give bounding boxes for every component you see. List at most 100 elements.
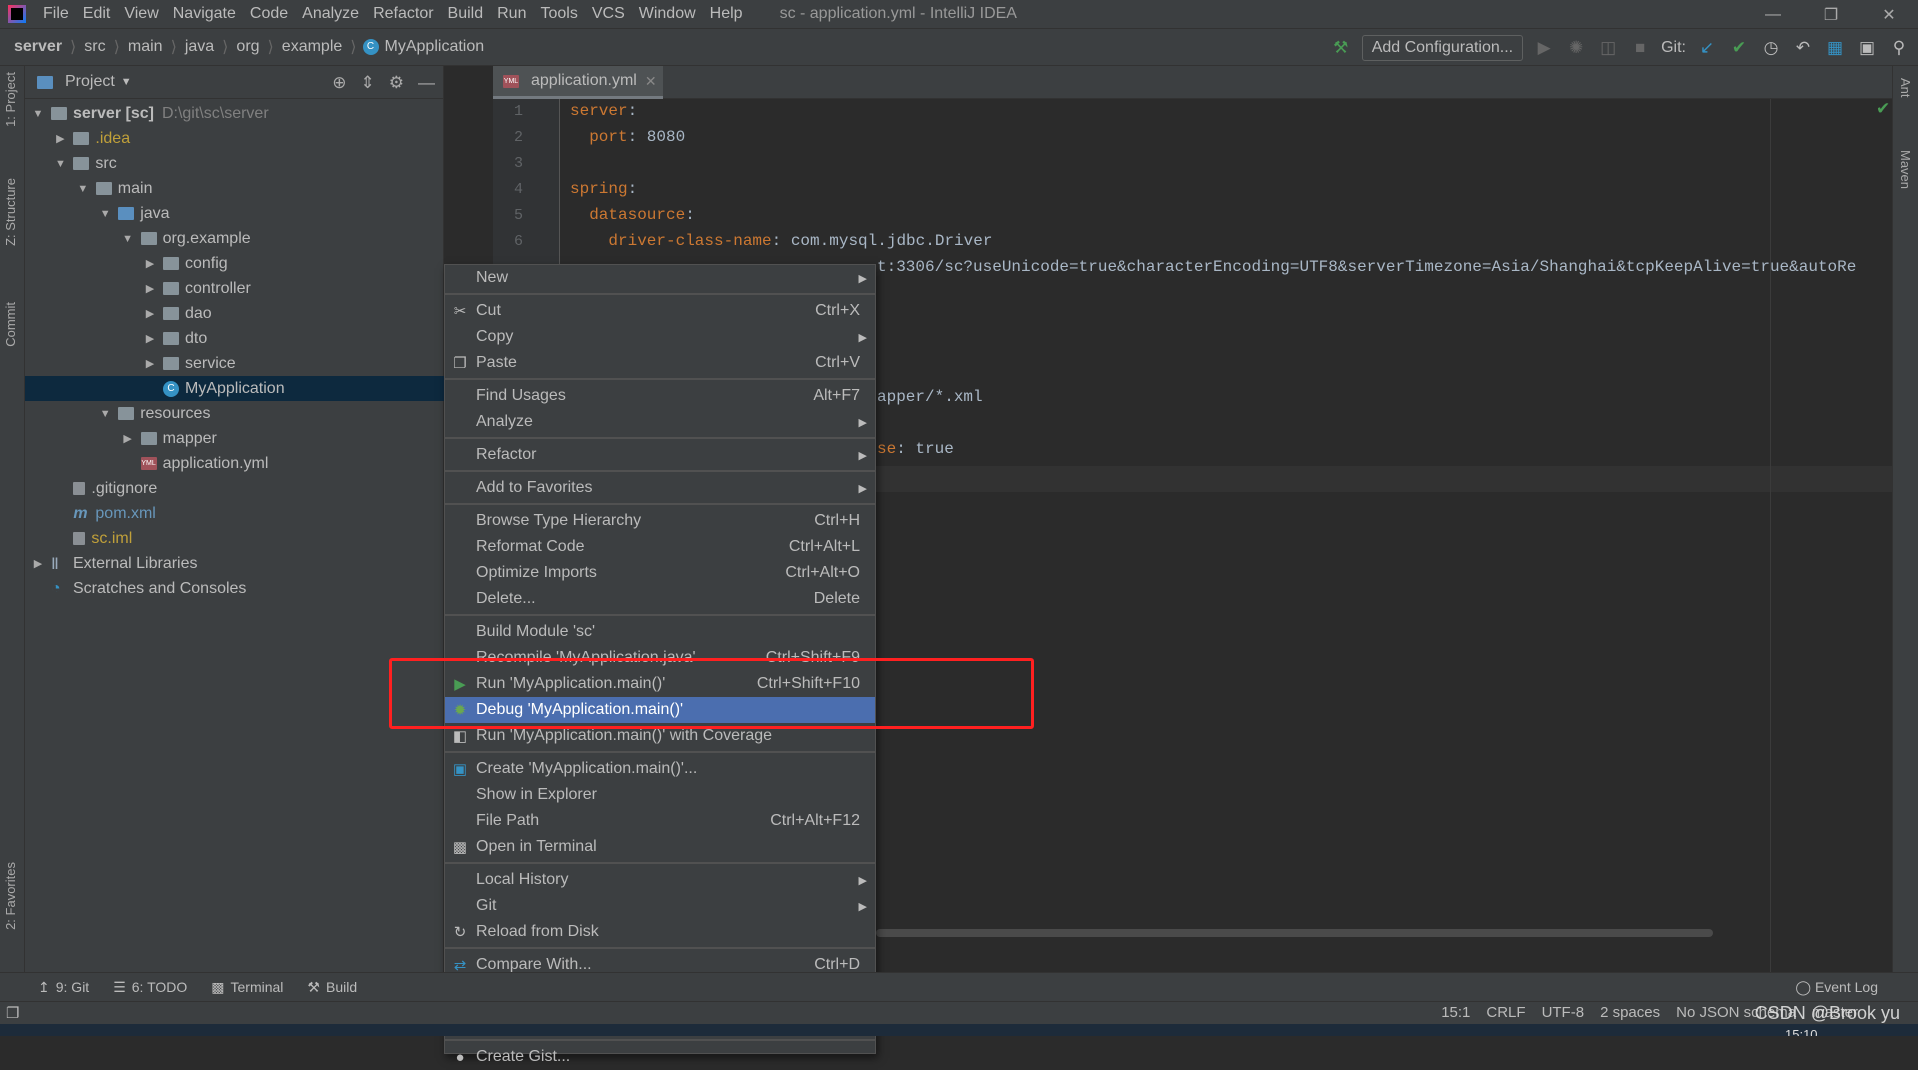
- tree-item[interactable]: ▶ service: [25, 351, 444, 376]
- menu-build[interactable]: Build: [441, 5, 491, 23]
- menu-item-analyze[interactable]: Analyze ▶: [445, 409, 875, 435]
- tree-item[interactable]: .gitignore: [25, 476, 444, 501]
- ant-tool-tab[interactable]: Ant: [1898, 78, 1913, 98]
- menu-item-copy[interactable]: Copy ▶: [445, 324, 875, 350]
- menu-item-git[interactable]: Git ▶: [445, 893, 875, 919]
- collapsed-arrow-icon[interactable]: ▶: [143, 357, 157, 370]
- collapsed-arrow-icon[interactable]: ▶: [143, 282, 157, 295]
- coverage-icon[interactable]: ◫: [1597, 37, 1619, 59]
- menu-item-new[interactable]: New ▶: [445, 265, 875, 291]
- terminal-tool-button[interactable]: ▩ Terminal: [211, 979, 283, 996]
- tree-item[interactable]: ▼ java: [25, 201, 444, 226]
- event-log-button[interactable]: ◯ Event Log: [1795, 979, 1878, 996]
- tree-item[interactable]: ▼ server [sc] D:\git\sc\server: [25, 101, 444, 126]
- menu-item-find-usages[interactable]: Find Usages Alt+F7: [445, 383, 875, 409]
- tree-item[interactable]: ▶ mapper: [25, 426, 444, 451]
- menu-item-create-myapplication-main[interactable]: ▣ Create 'MyApplication.main()'...: [445, 756, 875, 782]
- breadcrumb-item[interactable]: main: [126, 38, 165, 56]
- expanded-arrow-icon[interactable]: ▼: [98, 408, 112, 420]
- menu-file[interactable]: File: [36, 5, 76, 23]
- locate-icon[interactable]: ⊕: [332, 73, 346, 93]
- menu-run[interactable]: Run: [490, 5, 533, 23]
- breadcrumb-item[interactable]: java: [183, 38, 216, 56]
- tree-item[interactable]: ▶ .idea: [25, 126, 444, 151]
- git-update-icon[interactable]: ↙: [1696, 37, 1718, 59]
- menu-item-file-path[interactable]: File Path Ctrl+Alt+F12: [445, 808, 875, 834]
- tree-item[interactable]: m pom.xml: [25, 501, 444, 526]
- menu-item-build-module-sc[interactable]: Build Module 'sc': [445, 619, 875, 645]
- line-separator[interactable]: CRLF: [1486, 1004, 1525, 1021]
- menu-window[interactable]: Window: [632, 5, 703, 23]
- tab-application-yml[interactable]: YML application.yml ✕: [493, 66, 663, 99]
- menu-item-browse-type-hierarchy[interactable]: Browse Type Hierarchy Ctrl+H: [445, 508, 875, 534]
- build-hammer-icon[interactable]: ⚒: [1330, 37, 1352, 59]
- indent-setting[interactable]: 2 spaces: [1600, 1004, 1660, 1021]
- collapsed-arrow-icon[interactable]: ▶: [143, 332, 157, 345]
- maven-tool-tab[interactable]: Maven: [1898, 150, 1913, 189]
- tree-item[interactable]: ▶ dto: [25, 326, 444, 351]
- expanded-arrow-icon[interactable]: ▼: [53, 158, 67, 170]
- structure-tool-tab[interactable]: Z: Structure: [3, 178, 18, 246]
- toggle-tool-windows-icon[interactable]: ❐: [6, 1004, 19, 1022]
- menu-navigate[interactable]: Navigate: [166, 5, 243, 23]
- horizontal-scrollbar[interactable]: [876, 929, 1713, 937]
- stop-icon[interactable]: ■: [1629, 37, 1651, 59]
- tree-item[interactable]: ▼ main: [25, 176, 444, 201]
- expanded-arrow-icon[interactable]: ▼: [98, 208, 112, 220]
- menu-item-cut[interactable]: ✂ Cut Ctrl+X: [445, 298, 875, 324]
- caret-position[interactable]: 15:1: [1441, 1004, 1470, 1021]
- menu-item-delete[interactable]: Delete... Delete: [445, 586, 875, 612]
- close-window-button[interactable]: ✕: [1860, 0, 1918, 29]
- expanded-arrow-icon[interactable]: ▼: [76, 183, 90, 195]
- tree-item[interactable]: sc.iml: [25, 526, 444, 551]
- menu-item-show-in-explorer[interactable]: Show in Explorer: [445, 782, 875, 808]
- menu-edit[interactable]: Edit: [76, 5, 118, 23]
- menu-analyze[interactable]: Analyze: [295, 5, 366, 23]
- menu-item-open-in-terminal[interactable]: ▩ Open in Terminal: [445, 834, 875, 860]
- hide-icon[interactable]: —: [418, 73, 435, 93]
- menu-item-refactor[interactable]: Refactor ▶: [445, 442, 875, 468]
- collapsed-arrow-icon[interactable]: ▶: [143, 307, 157, 320]
- tree-item[interactable]: ▼ src: [25, 151, 444, 176]
- chevron-down-icon[interactable]: ▼: [121, 76, 132, 88]
- menu-refactor[interactable]: Refactor: [366, 5, 440, 23]
- tree-item[interactable]: YML application.yml: [25, 451, 444, 476]
- menu-code[interactable]: Code: [243, 5, 295, 23]
- file-encoding[interactable]: UTF-8: [1542, 1004, 1585, 1021]
- breadcrumb-item[interactable]: example: [280, 38, 344, 56]
- tree-item[interactable]: ▶ Ⅱ External Libraries: [25, 551, 444, 576]
- expanded-arrow-icon[interactable]: ▼: [121, 233, 135, 245]
- commit-tool-tab[interactable]: Commit: [3, 302, 18, 347]
- tree-item[interactable]: ▶ controller: [25, 276, 444, 301]
- tree-item[interactable]: ▼ org.example: [25, 226, 444, 251]
- collapsed-arrow-icon[interactable]: ▶: [53, 132, 67, 145]
- menu-view[interactable]: View: [117, 5, 165, 23]
- menu-help[interactable]: Help: [703, 5, 750, 23]
- breadcrumb-item[interactable]: src: [82, 38, 107, 56]
- project-view-selector[interactable]: Project: [65, 73, 115, 91]
- search-icon[interactable]: ⚲: [1888, 37, 1910, 59]
- tree-item[interactable]: ▶ config: [25, 251, 444, 276]
- add-configuration-button[interactable]: Add Configuration...: [1361, 34, 1524, 61]
- menu-item-reload-from-disk[interactable]: ↻ Reload from Disk: [445, 919, 875, 945]
- expanded-arrow-icon[interactable]: ▼: [31, 108, 45, 120]
- todo-tool-button[interactable]: ☰ 6: TODO: [113, 979, 187, 996]
- menu-item-local-history[interactable]: Local History ▶: [445, 867, 875, 893]
- breadcrumb-item[interactable]: org: [234, 38, 261, 56]
- menu-vcs[interactable]: VCS: [585, 5, 632, 23]
- git-history-icon[interactable]: ◷: [1760, 37, 1782, 59]
- git-tool-button[interactable]: ↥ 9: Git: [38, 979, 89, 996]
- menu-tools[interactable]: Tools: [533, 5, 584, 23]
- restore-button[interactable]: ❐: [1802, 0, 1860, 29]
- project-structure-icon[interactable]: ▦: [1824, 37, 1846, 59]
- tree-item[interactable]: C MyApplication: [25, 376, 444, 401]
- tree-item[interactable]: ▼ resources: [25, 401, 444, 426]
- menu-item-paste[interactable]: ❐ Paste Ctrl+V: [445, 350, 875, 376]
- run-anything-icon[interactable]: ▣: [1856, 37, 1878, 59]
- breadcrumb-item[interactable]: MyApplication: [383, 38, 487, 56]
- menu-item-reformat-code[interactable]: Reformat Code Ctrl+Alt+L: [445, 534, 875, 560]
- collapsed-arrow-icon[interactable]: ▶: [31, 557, 45, 570]
- gear-icon[interactable]: ⚙: [389, 73, 404, 93]
- git-commit-icon[interactable]: ✔: [1728, 37, 1750, 59]
- build-tool-button[interactable]: ⚒ Build: [307, 979, 357, 996]
